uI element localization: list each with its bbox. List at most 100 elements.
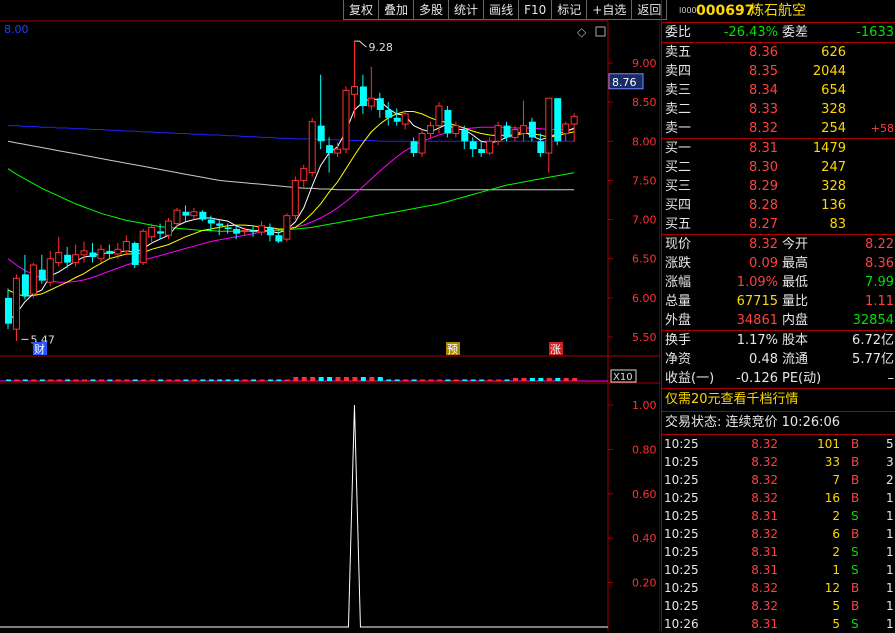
tick-price: 8.32	[751, 437, 778, 451]
restore-rights-button[interactable]: 复权	[343, 0, 380, 20]
tick-row[interactable]: 10:25 8.31 1 S 1	[662, 561, 895, 579]
sell-level-row[interactable]: 卖五 8.36 626	[662, 43, 895, 62]
volume-bar	[242, 379, 248, 381]
tick-row[interactable]: 10:25 8.31 2 S 1	[662, 507, 895, 525]
buy-level-row[interactable]: 买二 8.30 247	[662, 158, 895, 177]
volume-bar	[225, 379, 231, 381]
sell-level-row[interactable]: 卖二 8.33 328	[662, 100, 895, 119]
stat-value: –	[887, 371, 895, 386]
tick-volume: 6	[832, 527, 840, 541]
stat-label: 最高	[782, 256, 809, 271]
tick-time: 10:25	[664, 473, 699, 487]
volume-bar	[555, 378, 561, 381]
order-ratio-label: 委比	[665, 25, 692, 40]
mark-button[interactable]: 标记	[551, 0, 588, 20]
tick-count: 5	[886, 437, 894, 451]
add-watchlist-button[interactable]: +自选	[586, 0, 633, 20]
sell-level-row[interactable]: 卖一 8.32 254 +58	[662, 119, 895, 138]
tick-row[interactable]: 10:25 8.32 6 B 1	[662, 525, 895, 543]
tick-row[interactable]: 10:25 8.32 5 B 1	[662, 597, 895, 615]
buy-orders: 买一 8.31 1479 买二 8.30 247 买三 8.29 328 买四 8.28 136 买五 8…	[662, 139, 895, 234]
sell-level-row[interactable]: 卖四 8.35 2044	[662, 62, 895, 81]
stat-label: 流通	[782, 352, 809, 367]
tick-time: 10:25	[664, 581, 699, 595]
volume-bar	[420, 379, 426, 381]
tick-price: 8.32	[751, 473, 778, 487]
stock-code[interactable]: 000697	[696, 0, 754, 22]
candle-body	[393, 117, 401, 122]
kline-chart[interactable]: 9.00 8.50 8.00 7.50 7.00 6.50 6.00 5.50 8.00 ◇ 8.7…	[0, 0, 660, 631]
f10-button[interactable]: F10	[518, 0, 553, 20]
buy-level-label: 买四	[665, 198, 692, 213]
candle-body	[258, 225, 265, 233]
tick-count: 1	[886, 527, 894, 541]
sell-price: 8.33	[749, 102, 778, 117]
buy-level-row[interactable]: 买五 8.27 83	[662, 215, 895, 234]
stat-value: 1.11	[865, 294, 894, 309]
indicator-line	[0, 404, 608, 628]
tick-row[interactable]: 10:25 8.32 7 B 2	[662, 471, 895, 489]
tick-row[interactable]: 10:25 8.32 101 B 5	[662, 435, 895, 453]
buy-level-label: 买三	[665, 179, 692, 194]
tick-direction: B	[851, 527, 860, 541]
stat-label: 收益(一)	[665, 371, 715, 386]
stat-label: 股本	[782, 333, 809, 348]
tick-direction: B	[851, 581, 860, 595]
ma5-line	[7, 97, 575, 322]
multi-stock-button[interactable]: 多股	[413, 0, 450, 20]
candle-body	[554, 98, 562, 142]
current-price-label: 8.76	[612, 76, 637, 89]
tick-list[interactable]: 10:25 8.32 101 B 5 10:25 8.32 33 B 3 10:25 8.32 7 B 2 1…	[662, 435, 895, 633]
tick-row[interactable]: 10:25 8.32 33 B 3	[662, 453, 895, 471]
buy-level-row[interactable]: 买三 8.29 328	[662, 177, 895, 196]
tick-volume: 7	[832, 473, 840, 487]
tick-time: 10:25	[664, 455, 699, 469]
stock-name[interactable]: 炼石航空	[750, 0, 806, 22]
buy-level-row[interactable]: 买四 8.28 136	[662, 196, 895, 215]
price-tick-label: 5.50	[632, 331, 657, 344]
candle-body	[266, 227, 274, 236]
event-marker-label: 预	[447, 343, 458, 356]
stat-row: 涨跌 0.09 最高 8.36	[662, 254, 895, 273]
volume-bar	[521, 378, 527, 381]
volume-bar	[107, 379, 113, 381]
overlay-button[interactable]: 叠加	[378, 0, 415, 20]
tick-time: 10:25	[664, 509, 699, 523]
tick-direction: S	[851, 617, 859, 631]
stat-row: 现价 8.32 今开 8.22	[662, 235, 895, 254]
stat-row: 外盘 34861 内盘 32854	[662, 311, 895, 330]
stat-label: 今开	[782, 237, 809, 252]
event-marker-label: 涨	[550, 343, 561, 356]
upgrade-notice[interactable]: 仅需20元查看千档行情	[662, 389, 895, 411]
tick-direction: B	[851, 473, 860, 487]
fundamental-stats: 换手 1.17% 股本 6.72亿 净资 0.48 流通 5.77亿 收益(一) -0.126 PE…	[662, 331, 895, 388]
price-tick-label: 6.50	[632, 253, 657, 266]
stat-value: 0.48	[749, 352, 778, 367]
buy-level-row[interactable]: 买一 8.31 1479	[662, 139, 895, 158]
statistics-button[interactable]: 统计	[448, 0, 485, 20]
tick-row[interactable]: 10:26 8.31 5 S 1	[662, 615, 895, 633]
tick-count: 1	[886, 491, 894, 505]
candle-body	[528, 121, 536, 138]
volume-bar	[572, 378, 578, 381]
price-tick-label: 8.00	[632, 135, 657, 148]
tick-time: 10:26	[664, 617, 699, 631]
stock-market-tag: I000	[679, 6, 697, 15]
candle-body	[139, 230, 147, 264]
volume-bar	[344, 377, 349, 381]
tick-row[interactable]: 10:25 8.32 16 B 1	[662, 489, 895, 507]
draw-line-button[interactable]: 画线	[483, 0, 520, 20]
candle-body	[308, 121, 316, 174]
volume-bar	[436, 379, 442, 381]
stat-row: 净资 0.48 流通 5.77亿	[662, 350, 895, 369]
tick-volume: 33	[824, 455, 840, 469]
volume-bar	[310, 377, 316, 381]
stat-row: 总量 67715 量比 1.11	[662, 292, 895, 311]
tick-row[interactable]: 10:25 8.31 2 S 1	[662, 543, 895, 561]
sell-level-row[interactable]: 卖三 8.34 654	[662, 81, 895, 100]
tick-row[interactable]: 10:25 8.32 12 B 1	[662, 579, 895, 597]
kline-chart-pane[interactable]: 9.00 8.50 8.00 7.50 7.00 6.50 6.00 5.50 8.00 ◇ 8.7…	[0, 0, 668, 631]
indicator-tick-label: 1.00	[632, 399, 657, 412]
stat-label: 最低	[782, 275, 809, 290]
stat-label: 外盘	[665, 313, 692, 328]
